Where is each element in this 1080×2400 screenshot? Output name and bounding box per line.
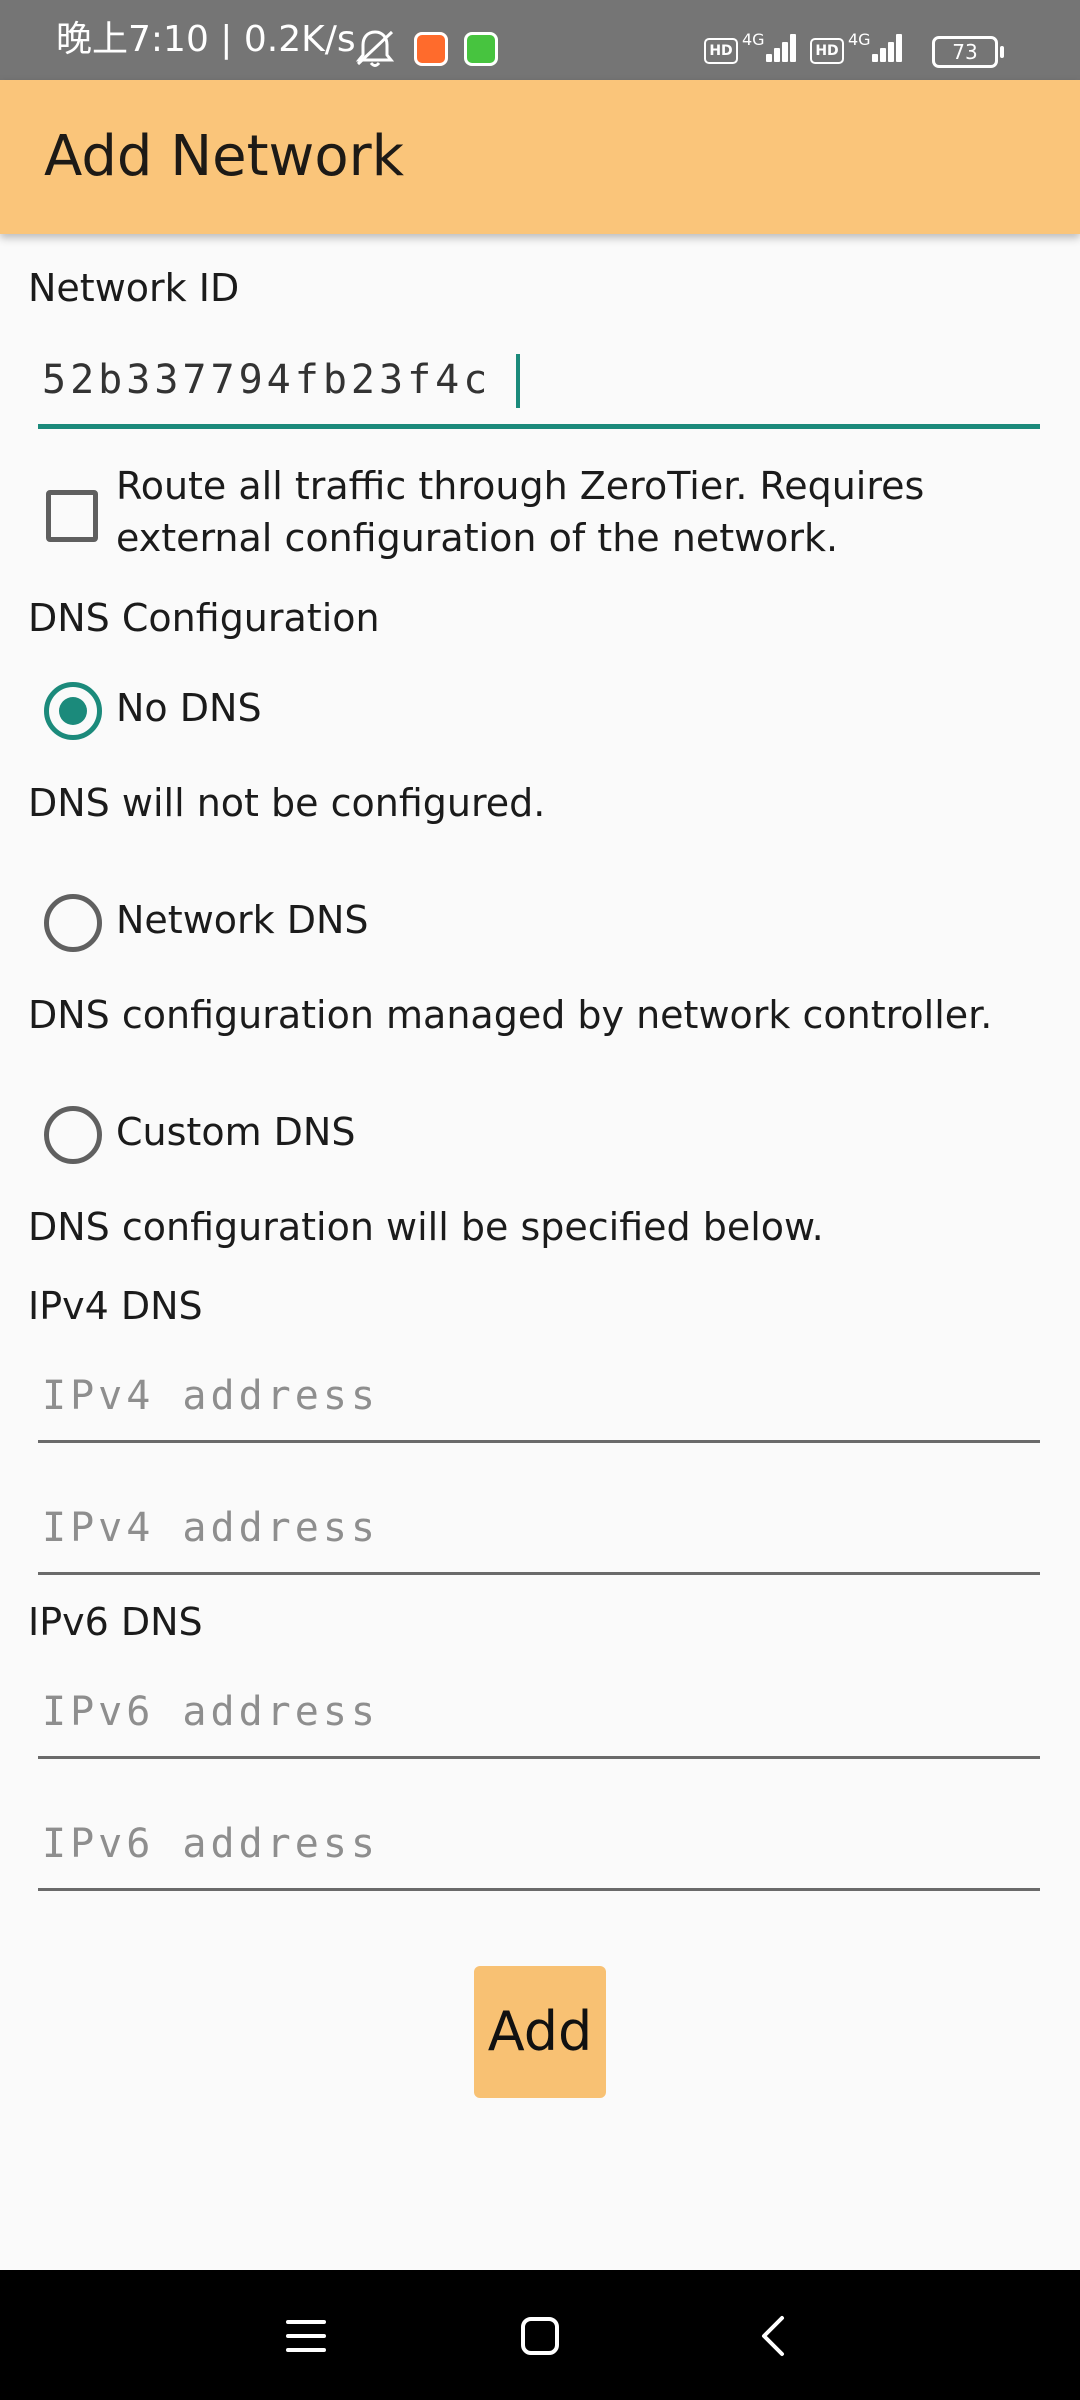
status-bar: 晚上7:10 | 0.2K/s HD 4G HD 4G 73 [0, 0, 1080, 80]
status-indicators: HD 4G HD 4G 73 [704, 24, 1044, 68]
route-all-traffic-label: Route all traffic through ZeroTier. Requ… [116, 464, 925, 560]
radio-label: No DNS [116, 686, 262, 730]
menu-icon[interactable] [284, 2314, 328, 2358]
hd-badge: HD [810, 38, 844, 64]
hd-badge: HD [704, 38, 738, 64]
ipv6-address-field-1[interactable] [38, 1672, 1040, 1759]
network-id-value: 52b337794fb23f4c [42, 357, 492, 403]
text-caret [516, 354, 520, 408]
app-notification-icon [464, 32, 498, 66]
checkbox-icon[interactable] [46, 490, 98, 542]
ipv4-dns-label: IPv4 DNS [28, 1284, 203, 1328]
radio-network-dns[interactable]: Network DNS [44, 892, 644, 956]
dns-configuration-label: DNS Configuration [28, 596, 380, 640]
network-id-label: Network ID [28, 266, 240, 310]
radio-unselected-icon[interactable] [44, 894, 102, 952]
bell-muted-icon [355, 30, 395, 67]
ipv4-address-input-1[interactable] [42, 1366, 1022, 1426]
ipv6-address-input-1[interactable] [42, 1682, 1022, 1742]
radio-unselected-icon[interactable] [44, 1106, 102, 1164]
network-dns-description: DNS configuration managed by network con… [28, 993, 993, 1037]
ipv4-address-field-2[interactable] [38, 1488, 1040, 1575]
status-time: 晚上7:10 | 0.2K/s [56, 19, 356, 60]
ipv4-address-input-2[interactable] [42, 1498, 1022, 1558]
radio-selected-icon[interactable] [44, 682, 102, 740]
battery-icon: 73 [932, 36, 1004, 68]
radio-label: Network DNS [116, 898, 369, 942]
page-title: Add Network [44, 124, 405, 189]
route-all-traffic-checkbox[interactable]: Route all traffic through ZeroTier. Requ… [46, 460, 1046, 570]
ipv4-address-field-1[interactable] [38, 1356, 1040, 1443]
signal-icon [850, 32, 902, 62]
system-navigation-bar [0, 2270, 1080, 2400]
home-icon[interactable] [518, 2314, 562, 2358]
ipv6-address-field-2[interactable] [38, 1804, 1040, 1891]
custom-dns-description: DNS configuration will be specified belo… [28, 1205, 824, 1249]
app-notification-icon [414, 32, 448, 66]
no-dns-description: DNS will not be configured. [28, 781, 546, 825]
ipv6-address-input-2[interactable] [42, 1814, 1022, 1874]
signal-icon [744, 32, 796, 62]
add-button[interactable]: Add [474, 1966, 606, 2098]
radio-custom-dns[interactable]: Custom DNS [44, 1104, 644, 1168]
network-id-field[interactable]: 52b337794fb23f4c [38, 340, 1040, 429]
ipv6-dns-label: IPv6 DNS [28, 1600, 203, 1644]
radio-no-dns[interactable]: No DNS [44, 680, 644, 744]
app-bar: Add Network [0, 80, 1080, 234]
back-icon[interactable] [752, 2314, 796, 2358]
radio-label: Custom DNS [116, 1110, 356, 1154]
